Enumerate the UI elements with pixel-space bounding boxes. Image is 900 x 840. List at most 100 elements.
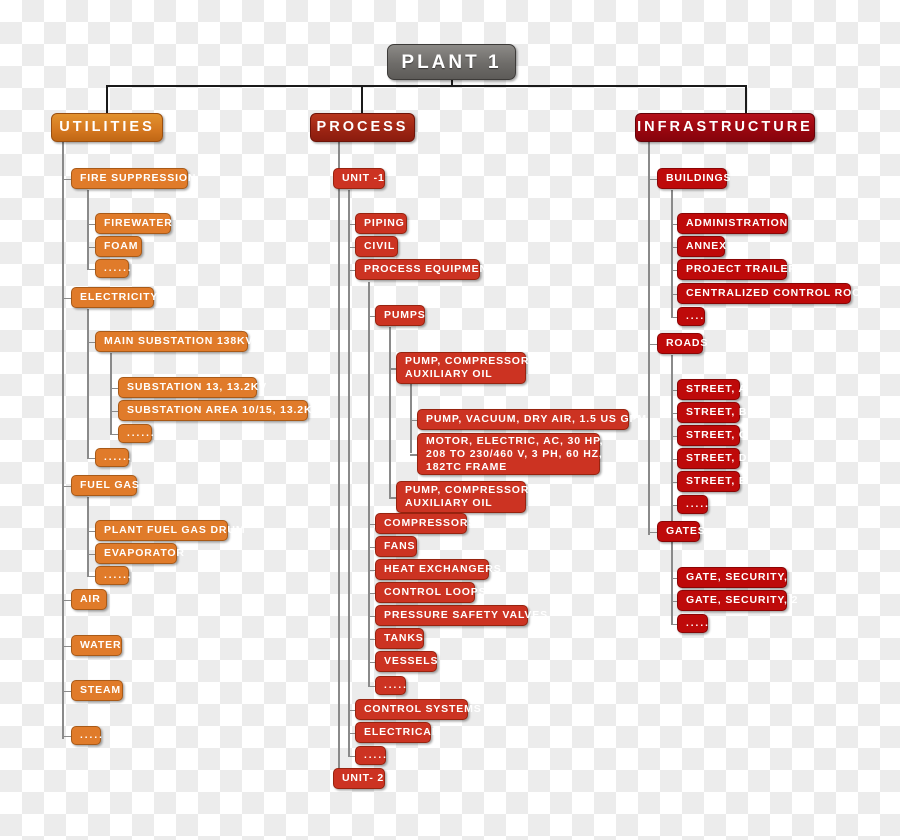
node-unit-1[interactable]: UNIT -1 bbox=[333, 168, 385, 189]
node-air[interactable]: AIR bbox=[71, 589, 107, 610]
connector-stub bbox=[87, 553, 95, 556]
node-label: ..... bbox=[384, 680, 408, 691]
branch-header-utilities[interactable]: UTILITIES bbox=[51, 113, 163, 142]
branch-header-label: INFRASTRUCTURE bbox=[637, 119, 813, 135]
node-substation-more[interactable]: ...... bbox=[118, 424, 154, 443]
node-vessels[interactable]: VESSELS bbox=[375, 651, 439, 672]
connector-stub bbox=[368, 592, 375, 595]
connector-stub bbox=[348, 246, 355, 249]
node-fuel-gas-more[interactable]: ...... bbox=[95, 566, 131, 585]
node-label: GATES bbox=[666, 525, 706, 537]
node-label: PUMP, COMPRESSOR A AUXILIARY OIL bbox=[405, 355, 542, 380]
node-substation-area[interactable]: SUBSTATION AREA 10/15, 13.2KV bbox=[118, 400, 319, 421]
node-label: ..... bbox=[686, 499, 710, 510]
node-buildings[interactable]: BUILDINGS bbox=[657, 168, 731, 189]
node-fire-suppression[interactable]: FIRE SUPPRESSION bbox=[71, 168, 195, 189]
connector-stub bbox=[348, 755, 355, 758]
connector-stub bbox=[348, 732, 355, 735]
node-pressure-safety-valves[interactable]: PRESSURE SAFETY VALVES bbox=[375, 605, 547, 626]
node-fire-more[interactable]: ...... bbox=[95, 259, 131, 278]
node-unit-2[interactable]: UNIT- 2 bbox=[333, 768, 385, 789]
node-electrical[interactable]: ELECTRICAL bbox=[355, 722, 438, 743]
connector-stub bbox=[368, 546, 375, 549]
node-motor-electric[interactable]: MOTOR, ELECTRIC, AC, 30 HP, 208 TO 230/4… bbox=[417, 433, 604, 475]
node-street-b[interactable]: STREET, B bbox=[677, 402, 746, 423]
node-piping[interactable]: PIPING bbox=[355, 213, 407, 234]
node-label: UNIT -1 bbox=[342, 172, 385, 184]
node-label: ...... bbox=[104, 570, 133, 581]
node-evaporator[interactable]: EVAPORATOR bbox=[95, 543, 184, 564]
node-label: VESSELS bbox=[384, 655, 439, 667]
node-substation-13[interactable]: SUBSTATION 13, 13.2KV bbox=[118, 377, 266, 398]
node-utilities-more[interactable]: ..... bbox=[71, 726, 102, 745]
node-steam[interactable]: STEAM bbox=[71, 680, 123, 701]
connector-stub bbox=[648, 531, 657, 534]
node-pump-vacuum[interactable]: PUMP, VACUUM, DRY AIR, 1.5 US GPM bbox=[417, 409, 646, 430]
node-electricity-more[interactable]: ...... bbox=[95, 448, 131, 467]
spine-pumps bbox=[389, 327, 391, 497]
node-control-systems[interactable]: CONTROL SYSTEMS bbox=[355, 699, 481, 720]
node-street-a[interactable]: STREET, A bbox=[677, 379, 746, 400]
node-fans[interactable]: FANS bbox=[375, 536, 417, 557]
connector-stub bbox=[368, 523, 375, 526]
node-label: HEAT EXCHANGERS bbox=[384, 563, 502, 575]
connector-stub bbox=[348, 223, 355, 226]
node-label: STEAM bbox=[80, 684, 121, 696]
node-unit-1-more[interactable]: ..... bbox=[355, 746, 386, 765]
connector-stub bbox=[87, 530, 95, 533]
node-pumps[interactable]: PUMPS bbox=[375, 305, 425, 326]
spine-fire-suppression bbox=[87, 190, 89, 269]
node-label: SUBSTATION 13, 13.2KV bbox=[127, 381, 267, 393]
node-label: MOTOR, ELECTRIC, AC, 30 HP, 208 TO 230/4… bbox=[426, 434, 604, 473]
node-label: ..... bbox=[364, 750, 388, 761]
node-label: BUILDINGS bbox=[666, 172, 732, 184]
node-main-substation[interactable]: MAIN SUBSTATION 138KV bbox=[95, 331, 252, 352]
node-pump-compressor-b[interactable]: PUMP, COMPRESSOR B AUXILIARY OIL bbox=[396, 481, 541, 513]
node-buildings-more[interactable]: .... bbox=[677, 307, 705, 326]
node-electricity[interactable]: ELECTRICITY bbox=[71, 287, 157, 308]
node-pump-compressor-a[interactable]: PUMP, COMPRESSOR A AUXILIARY OIL bbox=[396, 352, 540, 384]
node-foam[interactable]: FOAM bbox=[95, 236, 142, 257]
node-gates[interactable]: GATES bbox=[657, 521, 705, 542]
node-label: PLANT FUEL GAS DRUM bbox=[104, 524, 246, 536]
node-label: CONTROL SYSTEMS bbox=[364, 703, 482, 715]
node-firewater[interactable]: FIREWATER bbox=[95, 213, 172, 234]
branch-header-infrastructure[interactable]: INFRASTRUCTURE bbox=[635, 113, 815, 142]
node-administration[interactable]: ADMINISTRATION bbox=[677, 213, 788, 234]
connector-stub bbox=[62, 690, 71, 693]
node-roads-more[interactable]: ..... bbox=[677, 495, 708, 514]
node-centralized-control-room[interactable]: CENTRALIZED CONTROL ROOM bbox=[677, 283, 870, 304]
branch-header-process[interactable]: PROCESS bbox=[310, 113, 415, 142]
node-label: ADMINISTRATION bbox=[686, 217, 789, 229]
node-heat-exchangers[interactable]: HEAT EXCHANGERS bbox=[375, 559, 501, 580]
node-gate-security-1[interactable]: GATE, SECURITY, 1 bbox=[677, 567, 797, 588]
node-water[interactable]: WATER bbox=[71, 635, 122, 656]
node-project-trailer[interactable]: PROJECT TRAILER bbox=[677, 259, 796, 280]
node-label: EVAPORATOR bbox=[104, 547, 185, 559]
node-gate-security-2[interactable]: GATE, SECURITY, 2 bbox=[677, 590, 797, 611]
node-roads[interactable]: ROADS bbox=[657, 333, 707, 354]
connector-stub bbox=[87, 246, 95, 249]
node-tanks[interactable]: TANKS bbox=[375, 628, 424, 649]
node-street-c[interactable]: STREET, C bbox=[677, 425, 746, 446]
node-label: ..... bbox=[686, 618, 710, 629]
node-street-e[interactable]: STREET, E bbox=[677, 471, 746, 492]
node-plant-fuel-gas-drum[interactable]: PLANT FUEL GAS DRUM bbox=[95, 520, 245, 541]
node-label: ...... bbox=[104, 452, 133, 463]
node-gates-more[interactable]: ..... bbox=[677, 614, 708, 633]
node-label: FUEL GAS bbox=[80, 479, 140, 491]
node-label: PUMPS bbox=[384, 309, 426, 321]
connector-stub bbox=[389, 368, 396, 370]
root-node-plant-1[interactable]: PLANT 1 bbox=[387, 44, 516, 80]
node-annex[interactable]: ANNEX bbox=[677, 236, 726, 257]
node-civil[interactable]: CIVIL bbox=[355, 236, 398, 257]
node-process-equipment[interactable]: PROCESS EQUIPMENT bbox=[355, 259, 494, 280]
connector-stub bbox=[389, 497, 396, 499]
node-control-loops[interactable]: CONTROL LOOPS bbox=[375, 582, 486, 603]
connector-stub bbox=[110, 387, 118, 390]
node-street-d[interactable]: STREET, D bbox=[677, 448, 746, 469]
node-fuel-gas[interactable]: FUEL GAS bbox=[71, 475, 140, 496]
connector-stub bbox=[87, 268, 95, 271]
node-equipment-more[interactable]: ..... bbox=[375, 676, 406, 695]
node-compressors[interactable]: COMPRESSORS bbox=[375, 513, 475, 534]
